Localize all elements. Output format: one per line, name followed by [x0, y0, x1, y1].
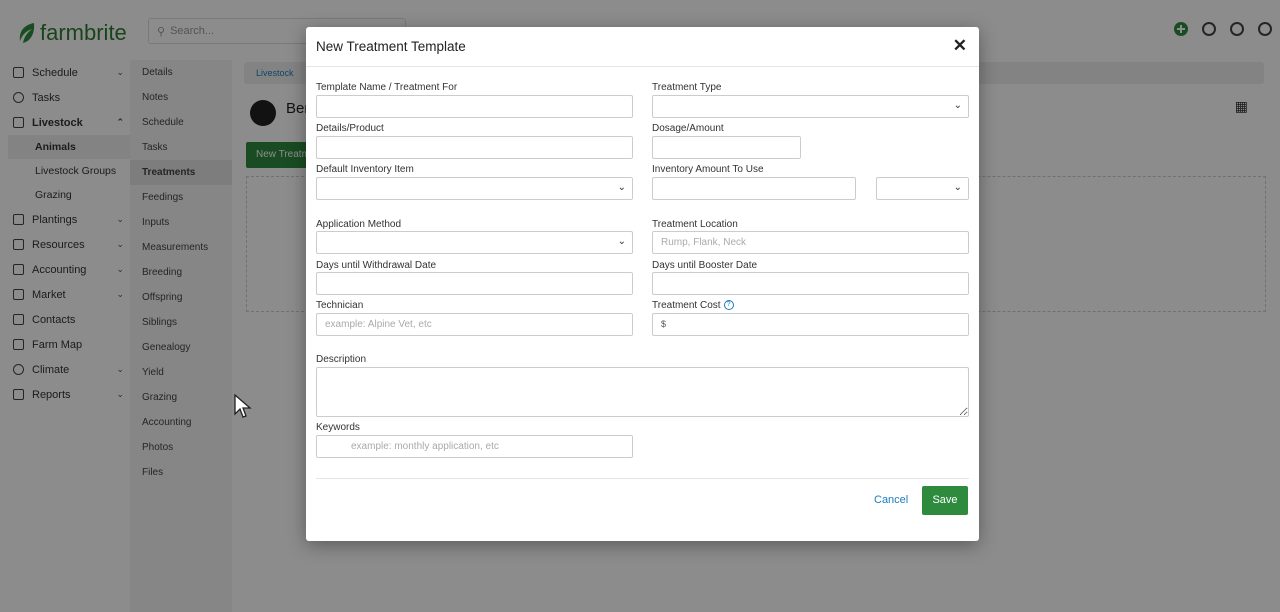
inventory-unit-select[interactable]: ⌄	[876, 177, 969, 200]
application-method-label: Application Method	[316, 219, 402, 230]
keywords-input[interactable]	[316, 435, 633, 458]
chevron-down-icon: ⌄	[953, 100, 962, 111]
modal-header: New Treatment Template ✕	[306, 27, 979, 67]
default-inventory-item-label: Default Inventory Item	[316, 164, 414, 175]
chevron-down-icon: ⌄	[617, 236, 626, 247]
template-name-label: Template Name / Treatment For	[316, 82, 458, 93]
close-icon[interactable]: ✕	[953, 36, 967, 56]
treatment-type-label: Treatment Type	[652, 82, 722, 93]
days-booster-input[interactable]	[652, 272, 969, 295]
chevron-down-icon: ⌄	[617, 182, 626, 193]
dosage-amount-label: Dosage/Amount	[652, 123, 724, 134]
default-inventory-item-select[interactable]: ⌄	[316, 177, 633, 200]
inventory-amount-label: Inventory Amount To Use	[652, 164, 764, 175]
keywords-field	[316, 435, 633, 458]
treatment-cost-label: Treatment Cost?	[652, 300, 734, 311]
details-product-label: Details/Product	[316, 123, 384, 134]
currency-symbol: $	[661, 319, 667, 329]
treatment-cost-label-text: Treatment Cost	[652, 300, 721, 311]
description-textarea[interactable]	[316, 367, 969, 417]
description-label: Description	[316, 354, 367, 365]
treatment-location-input[interactable]	[652, 231, 969, 254]
days-booster-label: Days until Booster Date	[652, 260, 758, 271]
modal-title: New Treatment Template	[316, 39, 466, 54]
days-withdrawal-label: Days until Withdrawal Date	[316, 260, 437, 271]
inventory-amount-input[interactable]	[652, 177, 856, 200]
dosage-amount-input[interactable]	[652, 136, 801, 159]
treatment-type-select[interactable]: ⌄	[652, 95, 969, 118]
details-product-input[interactable]	[316, 136, 633, 159]
footer-divider	[316, 478, 969, 479]
application-method-select[interactable]: ⌄	[316, 231, 633, 254]
new-treatment-template-modal: New Treatment Template ✕ Template Name /…	[306, 27, 979, 541]
treatment-cost-input[interactable]: $	[652, 313, 969, 336]
template-name-input[interactable]	[316, 95, 633, 118]
mouse-cursor-icon	[234, 394, 252, 418]
technician-input[interactable]	[316, 313, 633, 336]
technician-label: Technician	[316, 300, 364, 311]
cancel-button[interactable]: Cancel	[874, 494, 908, 506]
help-icon[interactable]: ?	[723, 300, 734, 311]
save-button[interactable]: Save	[922, 486, 968, 515]
days-withdrawal-input[interactable]	[316, 272, 633, 295]
chevron-down-icon: ⌄	[953, 182, 962, 193]
treatment-location-label: Treatment Location	[652, 219, 738, 230]
keywords-label: Keywords	[316, 422, 360, 433]
